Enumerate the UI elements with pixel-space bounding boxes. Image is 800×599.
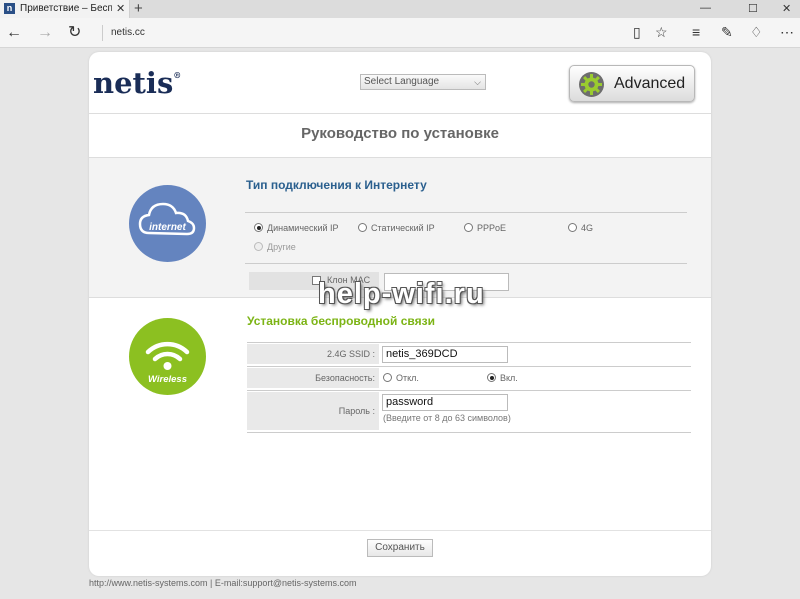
netis-logo: netis® [93,66,182,100]
radio-pppoe[interactable]: PPPoE [464,223,506,234]
wireless-section-title: Установка беспроводной связи [247,314,435,328]
radio-dot [383,373,392,382]
gear-icon [579,72,604,97]
more-icon[interactable]: ⋯ [780,24,794,40]
watermark: help-wifi.ru [318,278,485,310]
footer-links[interactable]: http://www.netis-systems.com | E-mail:su… [89,578,357,588]
wireless-circle-icon: Wireless [129,318,206,395]
password-hint: (Введите от 8 до 63 символов) [383,413,511,423]
password-input[interactable]: password [382,394,508,411]
ssid-input[interactable]: netis_369DCD [382,346,508,363]
radio-other[interactable]: Другие [254,242,296,253]
language-select-value: Select Language [364,76,440,87]
advanced-button-label: Advanced [614,75,686,92]
password-label: Пароль : [338,406,375,416]
browser-tab[interactable]: n Приветствие – Беспроводн ✕ [0,0,130,18]
footer-divider [89,530,711,531]
favorite-star-icon[interactable]: ☆ [655,24,668,40]
window-close-icon[interactable]: ✕ [782,2,791,15]
tab-title: Приветствие – Беспроводн [20,3,112,14]
save-button[interactable]: Сохранить [367,539,433,557]
radio-dot [254,223,263,232]
forward-icon[interactable]: → [37,24,53,42]
language-select[interactable]: Select Language ⌵ [360,74,486,90]
radio-dynamic-ip[interactable]: Динамический IP [254,223,339,234]
advanced-button[interactable]: Advanced [569,65,695,102]
favicon-icon: n [4,3,15,14]
wireless-icon-label: Wireless [148,374,187,385]
radio-dot [254,242,263,251]
divider [247,366,691,367]
refresh-icon[interactable]: ↻ [68,24,81,42]
web-note-icon[interactable]: ✎ [721,24,733,40]
reading-view-icon[interactable]: ▯ [633,24,641,40]
divider [245,263,687,264]
ssid-label: 2.4G SSID : [326,349,375,359]
minimize-icon[interactable]: — [700,2,711,14]
internet-section-title: Тип подключения к Интернету [246,178,427,192]
radio-dot [568,223,577,232]
internet-icon-label: internet [149,222,186,233]
hub-icon[interactable]: ≡ [692,24,700,40]
internet-section: internet Тип подключения к Интернету Дин… [89,157,711,298]
address-bar: ← → ↻ netis.cc ▯ ☆ ≡ ✎ ♢ ⋯ [0,18,800,48]
divider [245,212,687,213]
maximize-icon[interactable]: ☐ [748,2,758,15]
new-tab-icon[interactable]: + [134,0,143,18]
radio-static-ip[interactable]: Статический IP [358,223,435,234]
setup-page: netis® Select Language ⌵ Advanced Руково… [89,52,711,576]
radio-security-on[interactable]: Вкл. [487,373,518,384]
wifi-icon: Wireless [145,341,190,385]
header-divider [89,113,711,114]
back-icon[interactable]: ← [6,24,22,42]
security-label: Безопасность: [315,373,375,383]
divider [247,432,691,433]
radio-4g[interactable]: 4G [568,223,593,234]
radio-security-off[interactable]: Откл. [383,373,419,384]
tab-bar: n Приветствие – Беспроводн ✕ + — ☐ ✕ [0,0,800,18]
share-icon[interactable]: ♢ [750,24,763,40]
page-title: Руководство по установке [301,125,499,142]
divider [247,342,691,343]
url-field[interactable]: netis.cc [102,25,145,41]
cloud-icon: internet [138,202,196,236]
internet-circle-icon: internet [129,185,206,262]
tab-close-icon[interactable]: ✕ [116,2,125,15]
divider [247,390,691,391]
radio-dot [487,373,496,382]
radio-dot [358,223,367,232]
wireless-section: Wireless Установка беспроводной связи 2.… [89,298,711,448]
chevron-down-icon: ⌵ [474,77,481,87]
radio-dot [464,223,473,232]
